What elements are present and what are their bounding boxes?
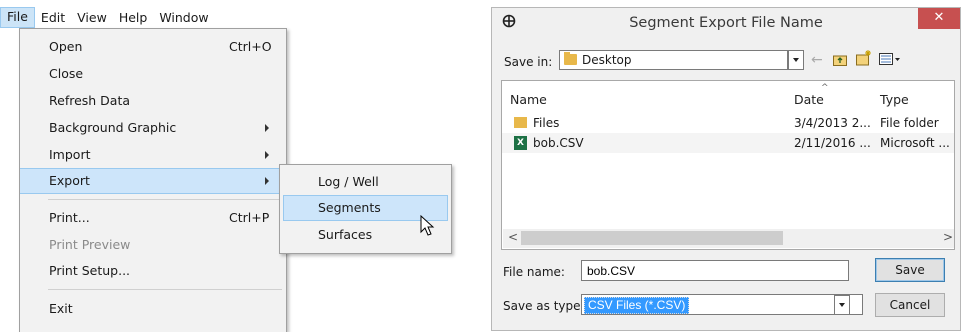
save-as-type-select[interactable]: CSV Files (*.CSV) xyxy=(581,294,863,315)
view-menu-icon[interactable] xyxy=(879,53,901,66)
menubar-help[interactable]: Help xyxy=(113,8,154,27)
file-name: Files xyxy=(533,116,560,130)
menu-item-exit[interactable]: Exit xyxy=(20,296,286,322)
menu-separator xyxy=(48,199,282,200)
up-folder-icon[interactable] xyxy=(833,53,847,66)
menu-item-label: Export xyxy=(49,173,90,188)
column-header-date[interactable]: Date xyxy=(794,92,824,107)
menu-item-label: Print Preview xyxy=(49,237,131,252)
save-as-type-dropdown-button[interactable] xyxy=(834,295,850,315)
scroll-left-icon[interactable]: < xyxy=(508,230,518,244)
file-type: File folder xyxy=(880,116,939,130)
menubar-file[interactable]: File xyxy=(0,7,35,28)
menu-item-close[interactable]: Close xyxy=(20,61,286,87)
segment-export-dialog: Segment Export File Name ✕ Save in: Desk… xyxy=(491,7,961,331)
dialog-title: Segment Export File Name xyxy=(629,15,823,31)
save-as-type-label: Save as type: xyxy=(503,299,585,313)
mouse-pointer-icon xyxy=(420,215,435,236)
menu-item-label: Refresh Data xyxy=(49,93,131,108)
chevron-down-icon xyxy=(839,303,845,307)
excel-file-icon: X xyxy=(514,136,527,150)
menu-item-label: Exit xyxy=(49,301,73,316)
menu-item-label: Import xyxy=(49,147,91,162)
save-in-value: Desktop xyxy=(582,53,632,67)
close-button[interactable]: ✕ xyxy=(918,8,960,29)
file-date: 2/11/2016 ... xyxy=(794,136,871,150)
shortcut-label: Ctrl+P xyxy=(229,210,270,225)
menu-item-label: Print... xyxy=(49,210,90,225)
file-name: bob.CSV xyxy=(533,136,584,150)
file-name-label: File name: xyxy=(503,265,565,279)
menu-item-open[interactable]: Open Ctrl+O xyxy=(20,34,286,60)
menu-item-label: Print Setup... xyxy=(49,263,131,278)
folder-icon xyxy=(514,117,527,128)
menu-item-background-graphic[interactable]: Background Graphic xyxy=(20,115,286,141)
menu-item-label: Surfaces xyxy=(318,227,373,242)
menu-item-refresh-data[interactable]: Refresh Data xyxy=(20,88,286,114)
new-folder-icon[interactable] xyxy=(856,50,872,66)
submenu-item-log-well[interactable]: Log / Well xyxy=(283,169,446,195)
menu-item-label: Log / Well xyxy=(318,174,379,189)
menu-item-print-preview: Print Preview xyxy=(20,232,286,258)
menu-item-print[interactable]: Print... Ctrl+P xyxy=(20,205,286,231)
menubar-edit[interactable]: Edit xyxy=(35,8,71,27)
menu-separator xyxy=(48,289,282,290)
folder-icon xyxy=(564,52,577,65)
shortcut-label: Ctrl+O xyxy=(229,39,272,54)
export-submenu: Log / Well Segments Surfaces xyxy=(279,164,452,254)
menu-item-label: Background Graphic xyxy=(49,120,177,135)
menu-item-print-setup[interactable]: Print Setup... xyxy=(20,258,286,284)
file-row[interactable]: Files 3/4/2013 2... File folder xyxy=(502,113,954,133)
submenu-arrow-icon xyxy=(265,124,269,132)
horizontal-scrollbar[interactable]: < > xyxy=(503,229,954,248)
save-in-label: Save in: xyxy=(504,55,553,69)
dialog-titlebar[interactable]: Segment Export File Name ✕ xyxy=(492,8,960,38)
scrollbar-thumb[interactable] xyxy=(521,231,783,245)
save-in-combobox[interactable]: Desktop xyxy=(559,50,788,70)
menu-item-label: Open xyxy=(49,39,83,54)
file-name-input[interactable] xyxy=(581,260,849,281)
menu-item-label: Close xyxy=(49,66,84,81)
chevron-down-icon xyxy=(793,58,799,62)
file-date: 3/4/2013 2... xyxy=(794,116,871,130)
file-menu: Open Ctrl+O Close Refresh Data Backgroun… xyxy=(19,28,287,332)
column-header-type[interactable]: Type xyxy=(880,92,909,107)
scroll-right-icon[interactable]: > xyxy=(943,230,953,244)
file-row[interactable]: X bob.CSV 2/11/2016 ... Microsoft ... xyxy=(502,133,954,153)
file-list[interactable]: ^ Name Date Type Files 3/4/2013 2... Fil… xyxy=(501,80,955,250)
menubar-window[interactable]: Window xyxy=(153,8,214,27)
menu-bar: File Edit View Help Window xyxy=(0,7,290,28)
submenu-arrow-icon xyxy=(265,151,269,159)
menu-item-import[interactable]: Import xyxy=(20,142,286,168)
file-type: Microsoft ... xyxy=(880,136,950,150)
column-header-name[interactable]: Name xyxy=(510,92,547,107)
back-arrow-icon[interactable]: ← xyxy=(811,52,823,68)
menu-item-label: Segments xyxy=(318,200,381,215)
submenu-arrow-icon xyxy=(265,177,269,185)
cancel-button[interactable]: Cancel xyxy=(875,293,945,317)
menubar-view[interactable]: View xyxy=(71,8,113,27)
save-in-dropdown-button[interactable] xyxy=(788,50,804,70)
save-button[interactable]: Save xyxy=(875,258,945,282)
save-as-type-value: CSV Files (*.CSV) xyxy=(584,297,690,314)
menu-item-export[interactable]: Export xyxy=(20,168,286,194)
